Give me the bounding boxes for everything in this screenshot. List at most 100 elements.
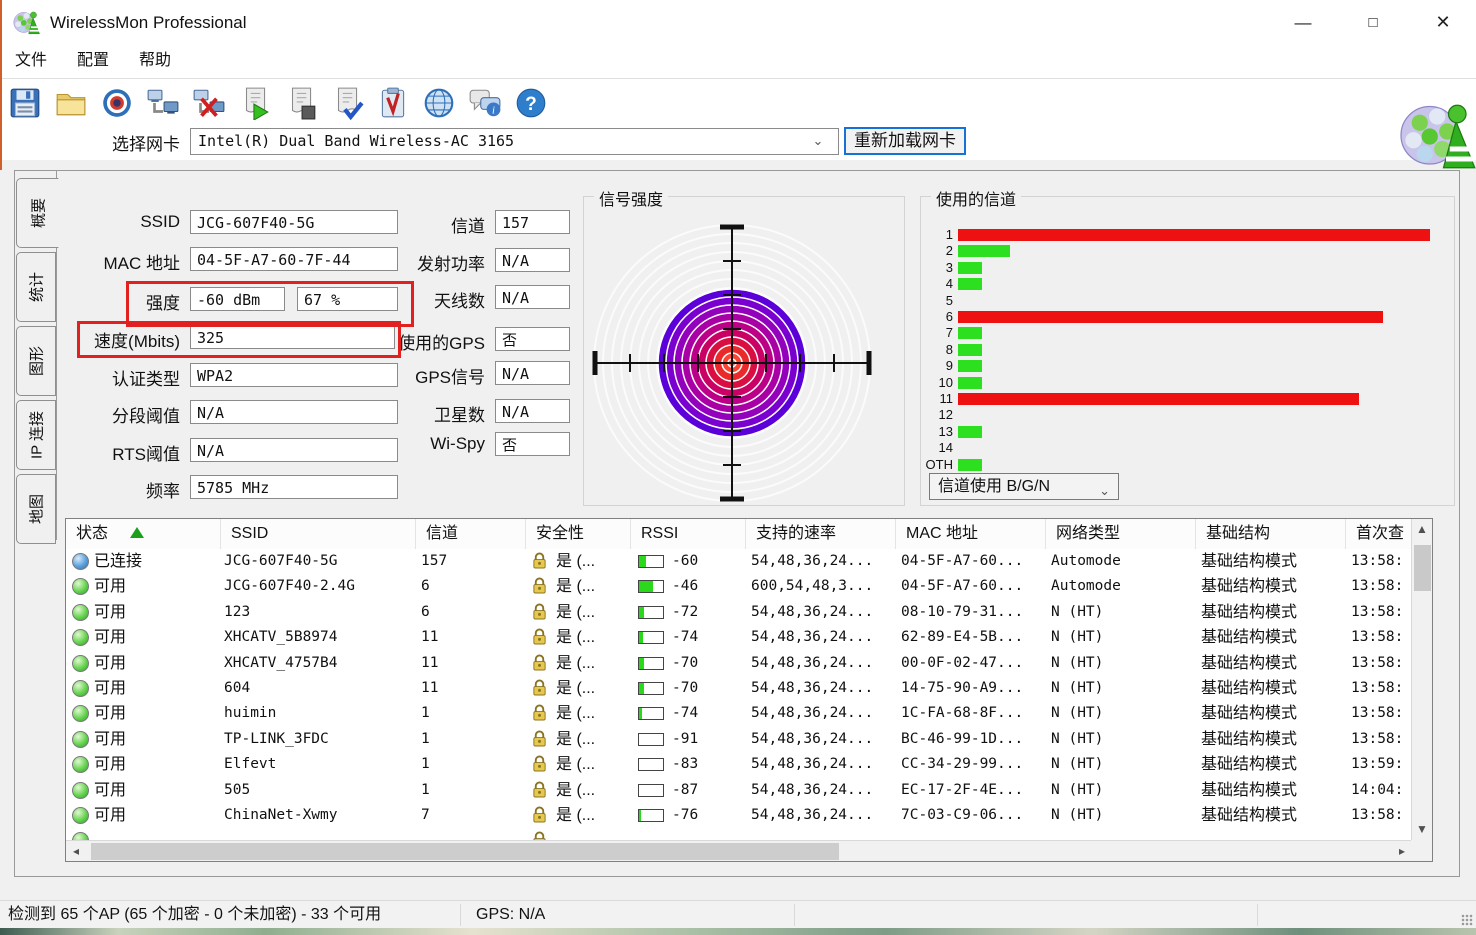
column-header-channel[interactable]: 信道: [416, 519, 526, 549]
column-header-first-seen[interactable]: 首次查: [1346, 519, 1412, 549]
column-header-status[interactable]: 状态: [66, 519, 221, 549]
column-header-infrastructure[interactable]: 基础结构: [1196, 519, 1346, 549]
field-label-frequency: 频率: [146, 482, 180, 501]
status-cell: 可用: [94, 654, 127, 672]
save-icon[interactable]: [5, 83, 45, 123]
table-row[interactable]: 可用 123 6 是 (... -72 54,48,36,24... 08-10-79-31…: [66, 599, 1412, 626]
sort-ascending-icon: [130, 527, 145, 538]
rssi-cell: -70: [672, 680, 699, 696]
channel-usage-mode-dropdown[interactable]: 信道使用 B/G/N ⌄: [929, 473, 1119, 500]
status-cell: 可用: [94, 807, 127, 824]
network-type-cell: N (HT): [1051, 730, 1104, 747]
table-row[interactable]: 可用 Elfevt 1 是 (... -83 54,48,36,24... CC-34-29…: [66, 752, 1412, 778]
sidebar-tab-summary[interactable]: 概要: [16, 178, 59, 248]
signal-strength-radar-chart: [592, 224, 872, 502]
infrastructure-cell: 基础结构模式: [1201, 705, 1298, 723]
field-label-gps-signal: GPS信号: [415, 368, 485, 387]
rssi-cell: -76: [672, 807, 699, 823]
status-available-icon: [72, 730, 89, 748]
rssi-meter-icon: [638, 758, 664, 772]
first-seen-cell: 13:58:: [1351, 603, 1404, 620]
table-row[interactable]: 可用 TP-LINK_3FDC 1 是 (... -91 54,48,36,24... BC…: [66, 726, 1412, 753]
table-body: 已连接 JCG-607F40-5G 157 是 (... -60 54,48,36,24.…: [66, 549, 1412, 841]
table-row[interactable]: 可用 505 1 是 (... -87 54,48,36,24... EC-17-2F-4E…: [66, 777, 1412, 803]
status-cell: 可用: [94, 781, 127, 799]
connect-network-icon[interactable]: [143, 83, 183, 123]
field-label-auth-type: 认证类型: [112, 370, 180, 389]
horizontal-scrollbar[interactable]: ◂ ▸: [66, 840, 1412, 861]
scroll-up-icon[interactable]: ▲: [1412, 519, 1432, 539]
signal-strength-title: 信号强度: [594, 186, 669, 210]
resize-grip[interactable]: [1461, 914, 1473, 926]
first-seen-cell: 13:58:: [1351, 680, 1404, 696]
table-row[interactable]: 可用 huimin 1 是 (... -74 54,48,36,24... 1C-FA-68…: [66, 701, 1412, 727]
maximize-button[interactable]: □: [1350, 0, 1396, 45]
network-type-cell: N (HT): [1051, 603, 1104, 620]
menu-item-help[interactable]: 帮助: [124, 45, 186, 77]
adapter-select-label: 选择网卡: [112, 135, 180, 154]
channel-cell: 157: [421, 553, 448, 569]
menu-item-file[interactable]: 文件: [0, 45, 62, 77]
web-icon[interactable]: [419, 83, 459, 123]
start-log-icon[interactable]: [235, 83, 275, 123]
adapter-select-combobox[interactable]: Intel(R) Dual Band Wireless-AC 3165: [190, 128, 839, 155]
minimize-button[interactable]: —: [1280, 0, 1326, 45]
infrastructure-cell: 基础结构模式: [1201, 553, 1298, 570]
open-icon[interactable]: [51, 83, 91, 123]
status-available-icon: [72, 603, 89, 621]
column-header-rates[interactable]: 支持的速率: [746, 519, 896, 549]
status-available-icon: [72, 705, 89, 723]
column-header-ssid[interactable]: SSID: [221, 519, 416, 549]
status-divider: [1257, 904, 1258, 926]
vertical-scroll-thumb[interactable]: [1414, 545, 1431, 591]
channel-bar-label: 7: [945, 325, 953, 341]
channel-usage-bar: [958, 278, 982, 291]
network-type-cell: N (HT): [1051, 654, 1104, 671]
title-bar[interactable]: WirelessMon Professional — □ ✕: [0, 0, 1476, 45]
chevron-down-icon[interactable]: ⌄: [806, 128, 830, 153]
help-icon[interactable]: ?: [511, 83, 551, 123]
disconnect-network-icon[interactable]: [189, 83, 229, 123]
table-row[interactable]: 已连接 JCG-607F40-5G 157 是 (... -60 54,48,36,24.…: [66, 549, 1412, 575]
menu-item-config[interactable]: 配置: [62, 45, 124, 77]
column-header-security[interactable]: 安全性: [526, 519, 631, 549]
rssi-cell: -91: [672, 730, 699, 747]
mac-cell: CC-34-29-99...: [901, 756, 1024, 773]
verify-log-icon[interactable]: [327, 83, 367, 123]
security-cell: 是 (...: [556, 756, 596, 774]
table-row[interactable]: 可用 JCG-607F40-2.4G 6 是 (... -46 600,54,48,3..…: [66, 574, 1412, 600]
target-icon[interactable]: [97, 83, 137, 123]
scroll-left-icon[interactable]: ◂: [66, 841, 86, 861]
channel-cell: 6: [421, 578, 430, 595]
scroll-down-icon[interactable]: ▼: [1412, 819, 1432, 839]
stop-log-icon[interactable]: [281, 83, 321, 123]
scroll-right-icon[interactable]: ▸: [1392, 841, 1412, 861]
close-button[interactable]: ✕: [1420, 0, 1466, 45]
rssi-meter-icon: [638, 707, 664, 721]
field-value-wi-spy: 否: [495, 432, 570, 456]
channel-bar-label: OTH: [925, 456, 953, 472]
table-row[interactable]: 可用 ChinaNet-Xwmy 7 是 (... -76 54,48,36,24... 7…: [66, 803, 1412, 829]
ssid-cell: XHCATV_5B8974: [224, 629, 338, 646]
infrastructure-cell: 基础结构模式: [1201, 654, 1298, 672]
status-available-icon: [72, 680, 89, 697]
vertical-scrollbar[interactable]: ▲ ▼: [1411, 519, 1432, 841]
column-header-mac-address[interactable]: MAC 地址: [896, 519, 1046, 549]
reload-adapter-button[interactable]: 重新加载网卡: [844, 127, 966, 155]
table-row[interactable]: 可用 XHCATV_4757B4 11 是 (... -70 54,48,36,24...…: [66, 650, 1412, 676]
column-header-network-type[interactable]: 网络类型: [1046, 519, 1196, 549]
first-seen-cell: 13:58:: [1351, 629, 1404, 646]
rates-cell: 54,48,36,24...: [751, 654, 874, 671]
table-header: 状态 SSID 信道 安全性 RSSI 支持的速率 MAC 地址 网络类型 基础结构 首次查: [66, 519, 1412, 550]
horizontal-scroll-thumb[interactable]: [91, 843, 839, 860]
column-header-rssi[interactable]: RSSI: [631, 519, 746, 549]
network-type-cell: N (HT): [1051, 807, 1104, 823]
table-row[interactable]: 可用 604 11 是 (... -70 54,48,36,24... 14-75-90-A…: [66, 676, 1412, 702]
status-cell: 可用: [94, 578, 127, 596]
rssi-meter-icon: [638, 605, 664, 619]
table-row[interactable]: 可用 XHCATV_5B8974 11 是 (... -74 54,48,36,24...…: [66, 625, 1412, 651]
desktop-edge-strip: [0, 0, 2, 170]
rssi-cell: -60: [672, 553, 699, 569]
report-icon[interactable]: [373, 83, 413, 123]
feedback-icon[interactable]: i: [465, 83, 505, 123]
